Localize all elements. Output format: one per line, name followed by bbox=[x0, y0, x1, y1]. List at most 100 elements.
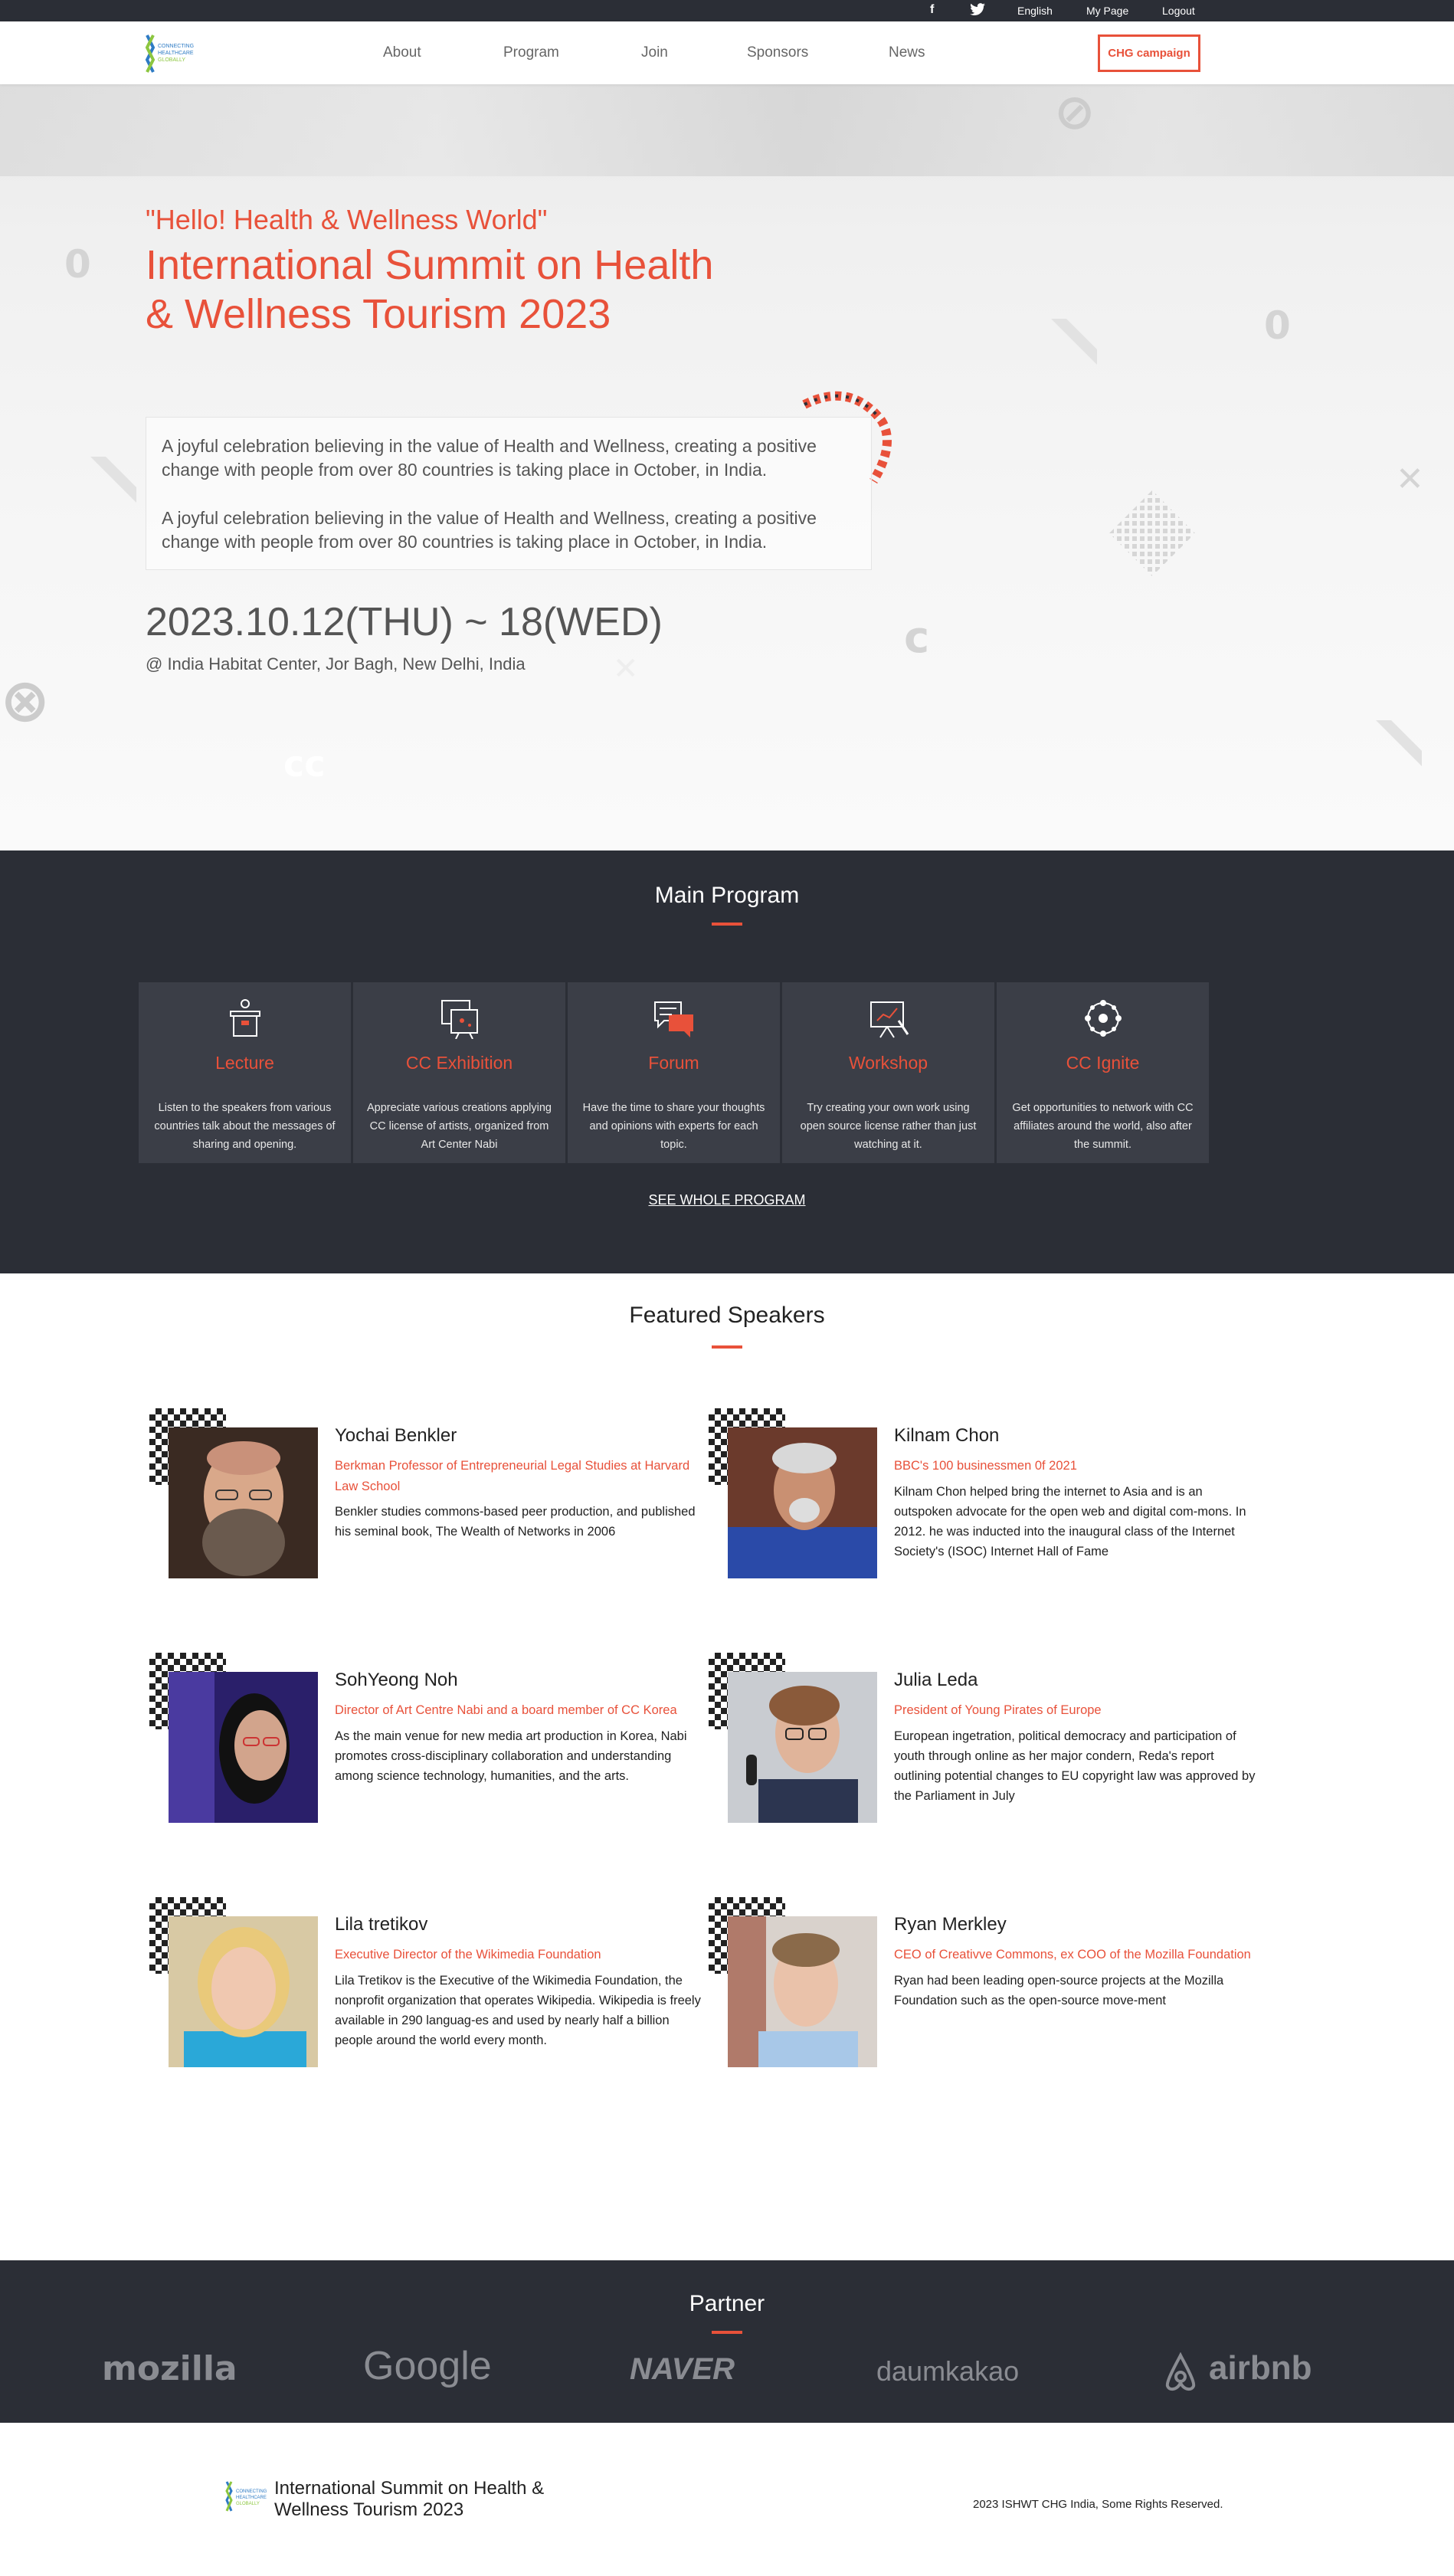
program-cards: Lecture Listen to the speakers from vari… bbox=[139, 982, 1211, 1163]
decor-zero-icon: 0 bbox=[1264, 303, 1291, 348]
logo-text: HEALTHCARE bbox=[236, 2496, 267, 2500]
see-whole-program-link[interactable]: SEE WHOLE PROGRAM bbox=[0, 1192, 1454, 1208]
speaker-bio: Benkler studies commons-based peer produ… bbox=[335, 1505, 696, 1539]
decor-diamond-icon bbox=[1109, 490, 1195, 576]
decor-x-icon: ✕ bbox=[613, 651, 639, 687]
decor-stripe-icon bbox=[1376, 720, 1422, 766]
speaker-bio: As the main venue for new media art prod… bbox=[335, 1729, 687, 1783]
nav-join[interactable]: Join bbox=[641, 44, 668, 61]
hero-title: International Summit on Health & Wellnes… bbox=[146, 242, 714, 337]
speaker-name: SohYeong Noh bbox=[335, 1670, 458, 1690]
speaker-photo bbox=[169, 1672, 318, 1823]
logo-text: CONNECTING bbox=[236, 2489, 267, 2494]
chg-campaign-button[interactable]: CHG campaign bbox=[1098, 34, 1200, 72]
speaker-role: Berkman Professor of Entrepreneurial Leg… bbox=[335, 1459, 690, 1493]
speaker-bio: Kilnam Chon helped bring the internet to… bbox=[894, 1485, 1246, 1558]
main-nav: CONNECTING HEALTHCARE GLOBALLY About Pro… bbox=[0, 21, 1454, 84]
hero-background-photo bbox=[0, 84, 1454, 176]
speaker-role: BBC's 100 businessmen 0f 2021 bbox=[894, 1459, 1077, 1473]
footer: CONNECTING HEALTHCARE GLOBALLY Internati… bbox=[0, 2423, 1454, 2576]
partner-logo-airbnb[interactable]: airbnb bbox=[1209, 2349, 1312, 2388]
footer-title: International Summit on Health & Wellnes… bbox=[274, 2478, 545, 2520]
speaker-card[interactable]: Ryan Merkley CEO of Creativve Commons, e… bbox=[709, 1897, 1251, 2096]
title-underline bbox=[712, 923, 742, 926]
facebook-icon[interactable]: f bbox=[930, 3, 934, 17]
speaker-card[interactable]: Lila tretikov Executive Director of the … bbox=[149, 1897, 701, 2096]
speaker-photo bbox=[169, 1427, 318, 1578]
footer-logo[interactable]: CONNECTING HEALTHCARE GLOBALLY bbox=[224, 2480, 271, 2517]
podium-icon bbox=[230, 999, 260, 1037]
partner-logo-daumkakao[interactable]: daumkakao bbox=[876, 2355, 1019, 2388]
decor-nc-icon: ⊘ bbox=[1054, 84, 1095, 141]
program-card-workshop[interactable]: Workshop Try creating your own work usin… bbox=[782, 982, 994, 1163]
decor-stripe-icon bbox=[1051, 319, 1097, 365]
program-card-lecture[interactable]: Lecture Listen to the speakers from vari… bbox=[139, 982, 351, 1163]
partner-logo-mozilla[interactable]: mozilla bbox=[102, 2349, 237, 2388]
program-card-cc-ignite[interactable]: CC Ignite Get opportunities to network w… bbox=[997, 982, 1209, 1163]
section-title: Main Program bbox=[654, 883, 800, 908]
decor-cc-icon: c bbox=[904, 613, 930, 663]
partner-logo-naver[interactable]: NAVER bbox=[630, 2352, 735, 2387]
logout-link[interactable]: Logout bbox=[1162, 5, 1195, 17]
card-description: Listen to the speakers from various coun… bbox=[154, 1102, 336, 1151]
speaker-name: Yochai Benkler bbox=[335, 1425, 457, 1446]
hero-description-2: A joyful celebration believing in the va… bbox=[162, 508, 817, 552]
speaker-name: Julia Leda bbox=[894, 1670, 978, 1690]
card-description: Get opportunities to network with CC aff… bbox=[1012, 1102, 1194, 1151]
airbnb-icon bbox=[1165, 2352, 1196, 2391]
speaker-photo bbox=[169, 1916, 318, 2067]
title-underline bbox=[712, 1345, 742, 1349]
hero-tagline: "Hello! Health & Wellness World" bbox=[146, 204, 548, 235]
speaker-role: Director of Art Centre Nabi and a board … bbox=[335, 1703, 677, 1717]
card-title: CC Ignite bbox=[1066, 1053, 1140, 1073]
hero-description-1: A joyful celebration believing in the va… bbox=[162, 436, 817, 480]
card-title: CC Exhibition bbox=[405, 1053, 513, 1073]
program-card-cc-exhibition[interactable]: CC Exhibition Appreciate various creatio… bbox=[353, 982, 565, 1163]
event-date: 2023.10.12(THU) ~ 18(WED) bbox=[146, 600, 663, 644]
event-venue: @ India Habitat Center, Jor Bagh, New De… bbox=[146, 654, 526, 673]
easel-icon bbox=[441, 1000, 478, 1039]
speaker-card[interactable]: Kilnam Chon BBC's 100 businessmen 0f 202… bbox=[709, 1408, 1246, 1608]
partner-section: Partner mozilla Google NAVER daumkakao a… bbox=[0, 2260, 1454, 2423]
speaker-bio: Lila Tretikov is the Executive of the Wi… bbox=[335, 1974, 701, 2047]
speaker-bio: European ingetration, political democrac… bbox=[894, 1729, 1256, 1803]
hero-description: A joyful celebration believing in the va… bbox=[146, 417, 872, 570]
my-page-link[interactable]: My Page bbox=[1086, 5, 1128, 17]
decor-x-icon: ✕ bbox=[1396, 460, 1424, 499]
card-title: Lecture bbox=[215, 1053, 274, 1073]
speaker-role: Executive Director of the Wikimedia Foun… bbox=[335, 1948, 601, 1961]
speaker-name: Kilnam Chon bbox=[894, 1425, 1000, 1446]
speaker-bio: Ryan had been leading open-source projec… bbox=[894, 1974, 1224, 2007]
nav-program[interactable]: Program bbox=[503, 44, 559, 61]
decor-zero-icon: 0 bbox=[64, 242, 91, 287]
card-description: Try creating your own work using open so… bbox=[800, 1102, 977, 1151]
logo-text: GLOBALLY bbox=[158, 57, 185, 63]
nav-sponsors[interactable]: Sponsors bbox=[747, 44, 808, 61]
speaker-card[interactable]: Yochai Benkler Berkman Professor of Entr… bbox=[149, 1408, 696, 1608]
nav-about[interactable]: About bbox=[383, 44, 421, 61]
network-icon bbox=[1085, 1000, 1122, 1037]
chat-bubbles-icon bbox=[654, 1001, 693, 1037]
section-title: Partner bbox=[689, 2291, 765, 2316]
card-description: Have the time to share your thoughts and… bbox=[582, 1102, 765, 1151]
nav-news[interactable]: News bbox=[889, 44, 925, 61]
language-link[interactable]: English bbox=[1017, 5, 1053, 17]
speaker-photo bbox=[728, 1916, 877, 2067]
decor-stripe-icon bbox=[90, 457, 136, 503]
logo-text: HEALTHCARE bbox=[158, 51, 194, 56]
logo-text: CONNECTING bbox=[158, 44, 194, 49]
site-logo[interactable]: CONNECTING HEALTHCARE GLOBALLY bbox=[144, 32, 198, 75]
speaker-card[interactable]: SohYeong Noh Director of Art Centre Nabi… bbox=[149, 1653, 687, 1852]
decor-yen-icon: ⊗ bbox=[0, 667, 51, 736]
logo-text: GLOBALLY bbox=[236, 2502, 260, 2506]
speaker-name: Lila tretikov bbox=[335, 1914, 428, 1935]
speaker-role: President of Young Pirates of Europe bbox=[894, 1703, 1102, 1717]
speaker-role: CEO of Creativve Commons, ex COO of the … bbox=[894, 1948, 1251, 1961]
program-card-forum[interactable]: Forum Have the time to share your though… bbox=[568, 982, 780, 1163]
top-bar: f English My Page Logout bbox=[0, 0, 1454, 21]
partner-logo-google[interactable]: Google bbox=[363, 2343, 492, 2389]
speaker-photo bbox=[728, 1427, 877, 1578]
speaker-card[interactable]: Julia Leda President of Young Pirates of… bbox=[709, 1653, 1255, 1852]
whiteboard-icon bbox=[870, 1001, 909, 1038]
twitter-icon[interactable] bbox=[970, 3, 985, 19]
